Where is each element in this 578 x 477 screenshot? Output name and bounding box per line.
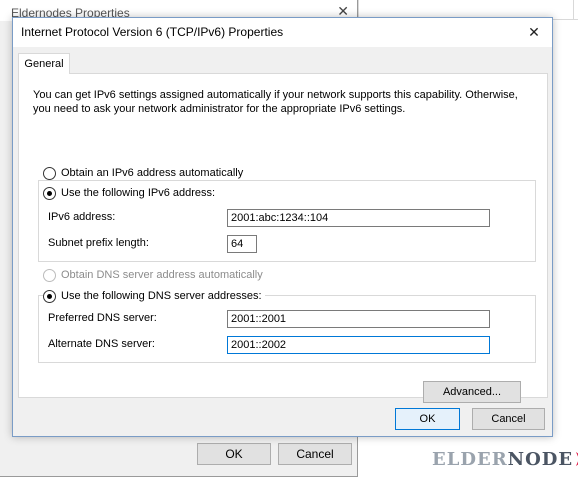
tab-general[interactable]: General bbox=[18, 53, 70, 74]
alternate-dns-label: Alternate DNS server: bbox=[48, 338, 155, 350]
ipv6-address-label: IPv6 address: bbox=[48, 211, 116, 223]
logo-text-node: NODE bbox=[507, 448, 574, 470]
preferred-dns-label: Preferred DNS server: bbox=[48, 312, 157, 324]
use-dns-manual-option[interactable]: Use the following DNS server addresses: bbox=[43, 288, 265, 304]
obtain-ipv6-auto-radio[interactable] bbox=[43, 166, 56, 180]
dialog-titlebar[interactable]: Internet Protocol Version 6 (TCP/IPv6) P… bbox=[13, 18, 552, 47]
use-dns-manual-label: Use the following DNS server addresses: bbox=[61, 290, 262, 302]
subnet-prefix-input[interactable]: 64 bbox=[227, 235, 257, 253]
close-icon[interactable]: ✕ bbox=[516, 18, 552, 47]
use-ipv6-manual-radio[interactable] bbox=[43, 186, 56, 200]
ipv6-properties-dialog: Internet Protocol Version 6 (TCP/IPv6) P… bbox=[12, 17, 553, 437]
use-dns-manual-radio[interactable] bbox=[43, 289, 56, 303]
use-ipv6-manual-option[interactable]: Use the following IPv6 address: bbox=[43, 185, 219, 201]
use-ipv6-manual-label: Use the following IPv6 address: bbox=[61, 187, 216, 199]
cancel-button[interactable]: Cancel bbox=[472, 408, 545, 430]
background-cancel-button[interactable]: Cancel bbox=[278, 443, 352, 465]
obtain-ipv6-auto-option[interactable]: Obtain an IPv6 address automatically bbox=[43, 165, 243, 181]
ipv6-address-input[interactable]: 2001:abc:1234::104 bbox=[227, 209, 490, 227]
logo-text-elder: ELDER bbox=[432, 448, 508, 470]
advanced-button[interactable]: Advanced... bbox=[423, 381, 521, 403]
background-ok-button[interactable]: OK bbox=[197, 443, 271, 465]
eldernode-logo: ELDER NODE bbox=[432, 447, 578, 471]
alternate-dns-input[interactable]: 2001::2002 bbox=[227, 336, 490, 354]
general-panel: You can get IPv6 settings assigned autom… bbox=[18, 73, 548, 403]
subnet-prefix-label: Subnet prefix length: bbox=[48, 237, 149, 249]
obtain-dns-auto-label: Obtain DNS server address automatically bbox=[61, 269, 263, 281]
dialog-title: Internet Protocol Version 6 (TCP/IPv6) P… bbox=[21, 25, 284, 39]
obtain-ipv6-auto-label: Obtain an IPv6 address automatically bbox=[61, 167, 244, 179]
obtain-dns-auto-radio[interactable] bbox=[43, 268, 56, 282]
description-text: You can get IPv6 settings assigned autom… bbox=[33, 89, 518, 115]
ok-button[interactable]: OK bbox=[395, 408, 460, 430]
obtain-dns-auto-option[interactable]: Obtain DNS server address automatically bbox=[43, 267, 263, 283]
preferred-dns-input[interactable]: 2001::2001 bbox=[227, 310, 490, 328]
